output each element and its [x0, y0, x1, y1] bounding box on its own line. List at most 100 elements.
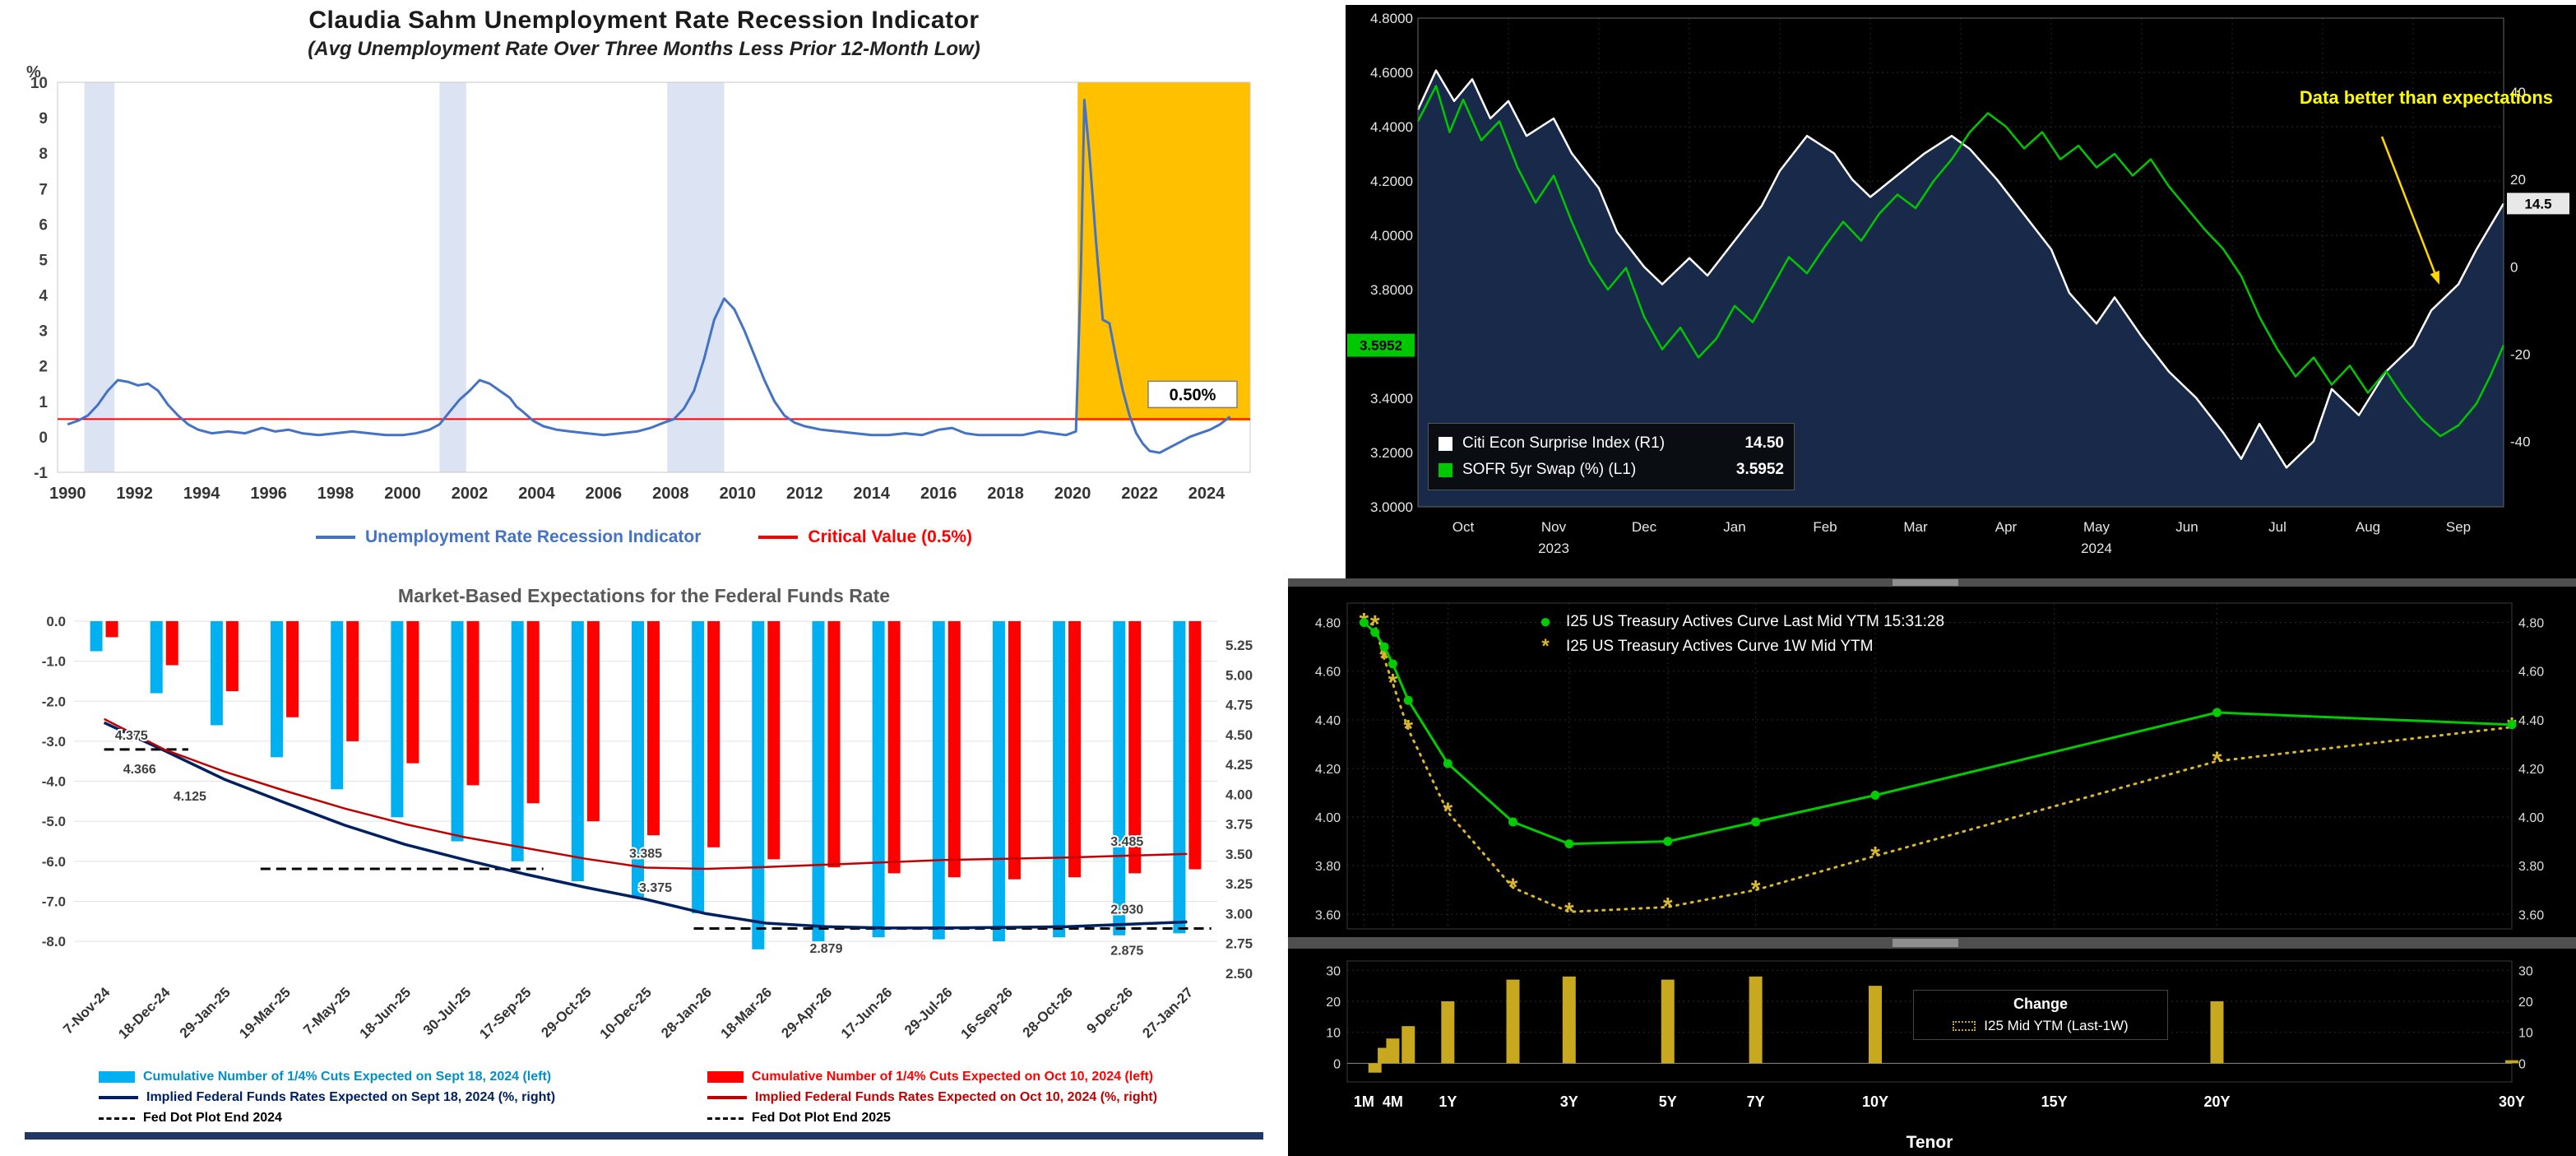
legend-value: 3.5952	[1736, 461, 1784, 479]
svg-text:1M: 1M	[1354, 1093, 1374, 1110]
svg-text:0.0: 0.0	[46, 614, 66, 629]
svg-text:4.20: 4.20	[2518, 763, 2544, 777]
legend-label: Cumulative Number of 1/4% Cuts Expected …	[752, 1070, 1153, 1084]
svg-text:10: 10	[30, 75, 48, 92]
svg-text:0: 0	[2510, 259, 2518, 275]
svg-text:7: 7	[39, 181, 48, 198]
svg-text:2006: 2006	[586, 485, 623, 503]
svg-text:2024: 2024	[2081, 541, 2112, 556]
svg-text:4.2000: 4.2000	[1370, 174, 1413, 189]
citi-sofr-panel: 4.80004.60004.40004.20004.00003.80003.60…	[1288, 0, 2576, 578]
svg-text:28-Jan-26: 28-Jan-26	[658, 984, 715, 1041]
svg-text:4.366: 4.366	[123, 763, 156, 777]
svg-text:20Y: 20Y	[2203, 1093, 2230, 1110]
legend-item: Fed Dot Plot End 2024	[99, 1111, 707, 1126]
dotted-bar-swatch	[1953, 1021, 1976, 1031]
svg-text:*: *	[1564, 898, 1574, 925]
svg-text:*: *	[1443, 798, 1452, 825]
legend-label: Fed Dot Plot End 2024	[143, 1111, 282, 1126]
svg-text:4.50: 4.50	[1225, 727, 1253, 743]
svg-text:30-Jul-25: 30-Jul-25	[420, 984, 475, 1038]
bloomberg-chart-area: 4.80004.60004.40004.20004.00003.80003.60…	[1346, 5, 2576, 578]
legend-item: Unemployment Rate Recession Indicator	[316, 527, 701, 547]
treasury-curve-panel: 4.804.804.604.604.404.404.204.204.004.00…	[1288, 578, 2576, 1156]
svg-text:2002: 2002	[452, 485, 489, 503]
svg-text:3.8000: 3.8000	[1370, 282, 1413, 298]
sahm-legend: Unemployment Rate Recession Indicator Cr…	[0, 527, 1288, 547]
svg-text:-6.0: -6.0	[42, 854, 66, 870]
annotation-text: Data better than expectations	[2300, 87, 2553, 109]
svg-text:2010: 2010	[720, 485, 757, 503]
svg-text:*: *	[1870, 842, 1880, 869]
scrollbar-handle[interactable]	[1893, 939, 1958, 947]
svg-text:Dec: Dec	[1632, 519, 1657, 535]
svg-text:1994: 1994	[183, 485, 220, 503]
legend-label: SOFR 5yr Swap (%) (L1)	[1462, 461, 1736, 479]
svg-text:2.75: 2.75	[1225, 936, 1253, 952]
svg-text:9-Dec-26: 9-Dec-26	[1084, 984, 1137, 1037]
legend-item: Implied Federal Funds Rates Expected on …	[707, 1090, 1288, 1105]
legend-label: Implied Federal Funds Rates Expected on …	[146, 1090, 555, 1105]
fed-chart-title: Market-Based Expectations for the Federa…	[0, 578, 1288, 610]
svg-text:7-May-25: 7-May-25	[300, 984, 354, 1038]
svg-text:2024: 2024	[1188, 485, 1225, 503]
svg-text:-40: -40	[2510, 434, 2531, 449]
scrollbar-handle[interactable]	[1893, 579, 1958, 586]
svg-text:5.00: 5.00	[1225, 667, 1253, 683]
svg-text:2016: 2016	[920, 485, 957, 503]
svg-text:30: 30	[1326, 964, 1341, 978]
svg-text:9: 9	[39, 110, 48, 128]
svg-text:5Y: 5Y	[1659, 1093, 1677, 1110]
svg-text:20: 20	[2510, 172, 2526, 188]
svg-text:6: 6	[39, 216, 48, 234]
svg-text:May: May	[2083, 519, 2110, 535]
svg-text:Apr: Apr	[1995, 519, 2018, 535]
curve-legend: ● I25 US Treasury Actives Curve Last Mid…	[1535, 610, 1944, 659]
change-legend-title: Change	[1917, 996, 2164, 1013]
svg-text:3.80: 3.80	[2518, 860, 2544, 874]
svg-text:4.00: 4.00	[2518, 811, 2544, 825]
svg-text:4.125: 4.125	[174, 790, 206, 804]
svg-text:2000: 2000	[384, 485, 421, 503]
svg-text:0: 0	[1333, 1057, 1341, 1071]
bottom-blue-strip	[25, 1132, 1263, 1140]
legend-value: 14.50	[1744, 434, 1784, 453]
svg-text:3.375: 3.375	[639, 881, 672, 895]
svg-text:-7.0: -7.0	[42, 894, 66, 909]
x-axis-title: Tenor	[1347, 1133, 2512, 1153]
svg-text:2020: 2020	[1054, 485, 1091, 503]
fed-funds-panel: Market-Based Expectations for the Federa…	[0, 578, 1288, 1156]
legend-label: Implied Federal Funds Rates Expected on …	[755, 1090, 1157, 1105]
svg-text:10Y: 10Y	[1862, 1093, 1888, 1110]
green-series-swatch	[1439, 463, 1452, 477]
fed-funds-plot: 0.0-1.0-2.0-3.0-4.0-5.0-6.0-7.0-8.05.255…	[0, 610, 1288, 1064]
svg-text:1998: 1998	[317, 485, 354, 503]
svg-text:2.930: 2.930	[1110, 903, 1143, 917]
svg-text:Jan: Jan	[1723, 519, 1745, 535]
svg-text:2.879: 2.879	[809, 942, 842, 956]
svg-text:3.60: 3.60	[2518, 908, 2544, 922]
svg-text:4.20: 4.20	[1315, 763, 1341, 777]
svg-text:20: 20	[2518, 996, 2533, 1010]
svg-text:1990: 1990	[49, 485, 86, 503]
svg-text:1Y: 1Y	[1439, 1093, 1457, 1110]
svg-text:4.8000: 4.8000	[1370, 11, 1413, 26]
svg-text:4.60: 4.60	[2518, 666, 2544, 680]
sahm-plot: %109876543210-11990199219941996199820002…	[0, 61, 1288, 522]
svg-text:4.6000: 4.6000	[1370, 65, 1413, 81]
svg-text:2022: 2022	[1121, 485, 1158, 503]
svg-text:-3.0: -3.0	[42, 734, 66, 750]
svg-text:-20: -20	[2510, 346, 2531, 362]
svg-text:4.0000: 4.0000	[1370, 228, 1413, 244]
svg-text:4M: 4M	[1383, 1093, 1403, 1110]
svg-text:27-Jan-27: 27-Jan-27	[1139, 984, 1196, 1041]
svg-text:4.40: 4.40	[2518, 714, 2544, 728]
svg-text:30Y: 30Y	[2499, 1093, 2525, 1110]
legend-label: I25 US Treasury Actives Curve Last Mid Y…	[1566, 613, 1944, 631]
svg-text:4.80: 4.80	[1315, 617, 1341, 631]
svg-text:Nov: Nov	[1541, 519, 1567, 535]
change-legend: Change I25 Mid YTM (Last-1W)	[1913, 990, 2168, 1040]
green-dot-icon: ●	[1535, 610, 1556, 634]
svg-text:2018: 2018	[987, 485, 1024, 503]
svg-text:10-Dec-25: 10-Dec-25	[597, 984, 655, 1042]
